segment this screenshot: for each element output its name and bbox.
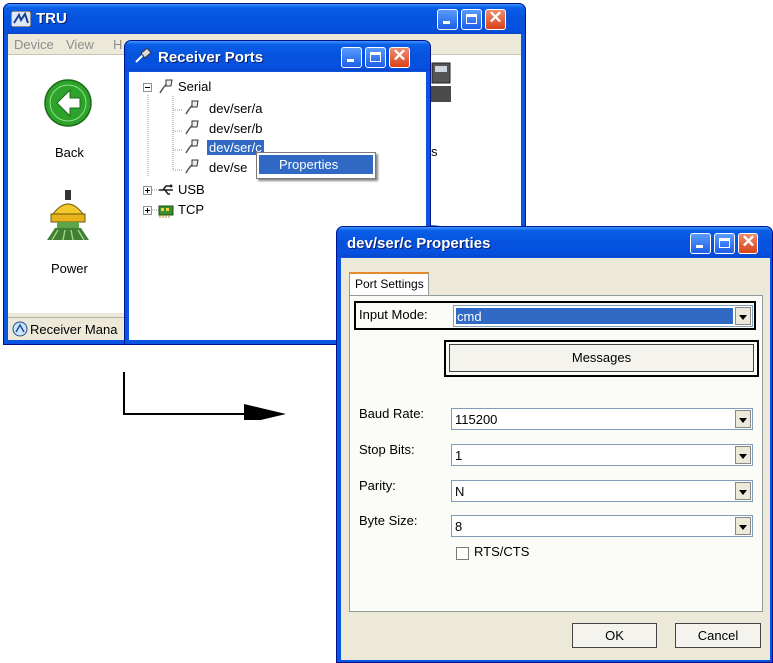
menu-device[interactable]: Device <box>14 37 54 52</box>
input-mode-label: Input Mode: <box>359 307 428 322</box>
tru-minimize-button[interactable] <box>437 9 458 30</box>
menu-help[interactable]: H <box>113 37 122 52</box>
byte-size-dropdown-arrow[interactable] <box>735 517 751 535</box>
flow-arrow <box>123 372 286 420</box>
tru-title: TRU <box>36 10 67 27</box>
collapse-toggle-icon[interactable] <box>143 83 152 92</box>
input-mode-select[interactable]: cmd <box>453 305 753 327</box>
tru-app-icon <box>11 11 31 27</box>
parity-dropdown-arrow[interactable] <box>735 482 751 500</box>
tab-port-settings-label: Port Settings <box>355 277 424 291</box>
device-icon[interactable] <box>429 60 453 116</box>
properties-close-button[interactable]: ✕ <box>738 232 758 254</box>
power-label[interactable]: Power <box>51 261 88 276</box>
power-icon[interactable] <box>43 188 93 243</box>
receiver-ports-close-button[interactable]: ✕ <box>389 46 410 68</box>
properties-dialog: dev/ser/c Properties ✕ Port Settings Inp… <box>336 226 773 663</box>
stop-bits-select[interactable]: 1 <box>451 444 753 466</box>
receiver-manager-tab[interactable]: Receiver Mana <box>30 322 117 337</box>
stop-bits-label: Stop Bits: <box>359 442 415 457</box>
properties-maximize-button[interactable] <box>714 233 735 254</box>
receiver-manager-icon <box>12 321 28 337</box>
parity-label: Parity: <box>359 478 396 493</box>
baud-rate-select[interactable]: 115200 <box>451 408 753 430</box>
device-label-partial: s <box>431 144 438 159</box>
input-mode-selection <box>456 308 733 324</box>
properties-title: dev/ser/c Properties <box>347 235 491 252</box>
baud-rate-dropdown-arrow[interactable] <box>735 410 751 428</box>
tree-dev-ser-d[interactable]: dev/se <box>209 160 247 175</box>
menu-view[interactable]: View <box>66 37 94 52</box>
input-mode-dropdown-arrow[interactable] <box>735 307 751 325</box>
tree-tcp[interactable]: TCP <box>178 202 204 217</box>
tru-close-button[interactable]: ✕ <box>485 8 506 30</box>
baud-rate-value: 115200 <box>455 412 498 427</box>
expand-toggle-icon[interactable] <box>143 206 152 215</box>
messages-button[interactable]: Messages <box>449 344 754 372</box>
usb-icon <box>159 184 173 195</box>
back-arrow-icon[interactable] <box>43 78 93 128</box>
tru-maximize-button[interactable] <box>461 9 482 30</box>
tab-panel: Input Mode: cmd Messages Baud Rate: 1152… <box>349 295 763 612</box>
tree-dev-ser-b[interactable]: dev/ser/b <box>209 121 262 136</box>
serial-port-icon <box>185 159 199 174</box>
parity-select[interactable]: N <box>451 480 753 502</box>
cancel-button[interactable]: Cancel <box>675 623 761 648</box>
ok-button[interactable]: OK <box>572 623 657 648</box>
rts-cts-label[interactable]: RTS/CTS <box>474 544 529 559</box>
tree-usb[interactable]: USB <box>178 182 205 197</box>
back-label[interactable]: Back <box>55 145 84 160</box>
properties-client: Port Settings Input Mode: cmd Messages B… <box>341 258 770 660</box>
receiver-ports-title: Receiver Ports <box>158 49 264 66</box>
tab-port-settings[interactable]: Port Settings <box>349 272 429 296</box>
receiver-ports-titlebar[interactable]: Receiver Ports ✕ <box>125 41 430 71</box>
rts-cts-checkbox[interactable] <box>456 547 469 560</box>
byte-size-value: 8 <box>455 519 463 534</box>
serial-port-icon <box>185 120 199 135</box>
receiver-ports-minimize-button[interactable] <box>341 47 362 68</box>
byte-size-label: Byte Size: <box>359 513 418 528</box>
context-menu-properties[interactable]: Properties <box>259 155 373 174</box>
ok-button-label: OK <box>605 628 624 643</box>
context-menu-properties-label: Properties <box>279 157 339 172</box>
stop-bits-value: 1 <box>455 448 463 463</box>
properties-minimize-button[interactable] <box>690 233 711 254</box>
input-mode-value: cmd <box>457 309 482 324</box>
messages-button-label: Messages <box>571 350 632 365</box>
stop-bits-dropdown-arrow[interactable] <box>735 446 751 464</box>
tree-dev-ser-a[interactable]: dev/ser/a <box>209 101 262 116</box>
tru-titlebar[interactable]: TRU ✕ <box>4 4 525 34</box>
cancel-button-label: Cancel <box>697 628 739 643</box>
serial-port-icon <box>159 79 173 94</box>
context-menu: Properties <box>256 152 376 179</box>
tree-serial[interactable]: Serial <box>178 79 211 94</box>
baud-rate-label: Baud Rate: <box>359 406 425 421</box>
byte-size-select[interactable]: 8 <box>451 515 753 537</box>
properties-titlebar[interactable]: dev/ser/c Properties ✕ <box>337 227 772 257</box>
network-card-icon <box>158 205 174 218</box>
serial-port-icon <box>185 100 199 115</box>
plug-icon <box>135 48 152 63</box>
parity-value: N <box>455 484 465 499</box>
serial-port-icon <box>185 139 199 154</box>
expand-toggle-icon[interactable] <box>143 186 152 195</box>
receiver-ports-maximize-button[interactable] <box>365 47 386 68</box>
